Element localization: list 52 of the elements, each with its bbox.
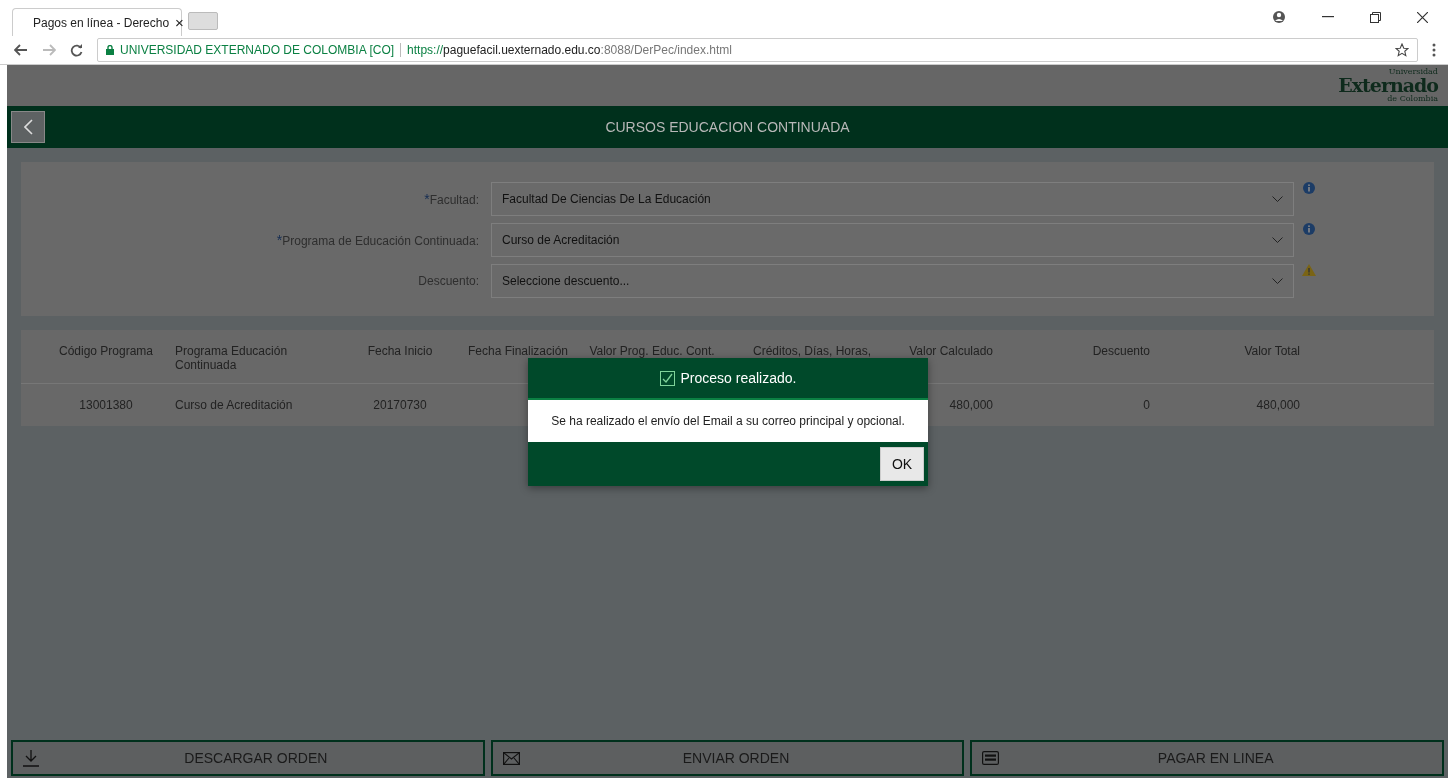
table-cell-text: 480,000 [948,398,994,412]
table-cell-text: 480,000 [1255,398,1301,412]
column-header: Valor Total [1243,344,1301,358]
envelope-icon [502,751,520,765]
column-header: Fecha Finalización [466,344,570,358]
column-header: Programa Educación Continuada [174,344,289,372]
field-label: *Programa de Educación Continuada: [275,232,480,248]
bookmark-star-icon[interactable] [1395,43,1409,57]
table-cell-text: 13001380 [78,398,134,412]
chevron-down-icon [1272,278,1283,284]
menu-icon[interactable] [1432,43,1436,57]
action-button[interactable]: DESCARGAR ORDEN [11,740,485,776]
dropdown-field[interactable]: Seleccione descuento... [491,264,1294,298]
restore-icon[interactable] [1370,11,1381,23]
download-icon [23,749,39,767]
profile-icon[interactable] [1272,10,1286,24]
lock-icon [106,45,114,55]
back-arrow-icon[interactable] [14,44,28,56]
field-label: Descuento: [417,274,480,288]
page-title: CURSOS EDUCACION CONTINUADA [604,119,851,135]
field-label: *Facultad: [423,191,480,207]
dropdown-field[interactable]: Curso de Acreditación [491,223,1294,257]
minimize-icon[interactable] [1322,16,1334,18]
chevron-left-icon [23,119,33,135]
column-header: Fecha Inicio [366,344,434,358]
chevron-down-icon [1272,196,1283,202]
column-header: Valor Prog. Educ. Cont. [588,344,716,358]
warning-icon [1302,264,1316,276]
column-header: Valor Calculado [908,344,994,358]
back-button[interactable] [11,111,45,143]
column-header: Código Programa [57,344,155,358]
dialog-title: Proceso realizado. [680,370,797,386]
ok-button[interactable]: OK [880,447,924,481]
action-button[interactable]: ENVIAR ORDEN [490,740,965,776]
info-icon [1303,223,1315,235]
university-logo: Universidad Externado de Colombia [1338,68,1438,103]
dialog-message: Se ha realizado el envío del Email a su correo principal y opcional. [551,414,905,428]
close-icon[interactable] [1417,11,1428,23]
checkbox-checked-icon [659,370,675,386]
reload-icon[interactable] [70,43,83,57]
table-cell-text: Curso de Acreditación [174,398,294,412]
table-cell-text: 20170730 [372,398,428,412]
column-header: Créditos, Días, Horas, [751,344,872,358]
chevron-down-icon [1272,237,1283,243]
address-field[interactable]: UNIVERSIDAD EXTERNADO DE COLOMBIA [CO] https://paguefacil.uexternado.edu.co:8088/DerPec/index.html [97,38,1418,62]
info-icon [1303,182,1315,194]
table-cell-text: 0 [1142,398,1151,412]
column-header: Descuento [1091,344,1151,358]
action-button[interactable]: PAGAR EN LINEA [970,740,1444,776]
tab-close-button[interactable]: × [175,14,184,31]
dropdown-field[interactable]: Facultad De Ciencias De La Educación [491,182,1294,216]
card-icon [982,751,1000,765]
